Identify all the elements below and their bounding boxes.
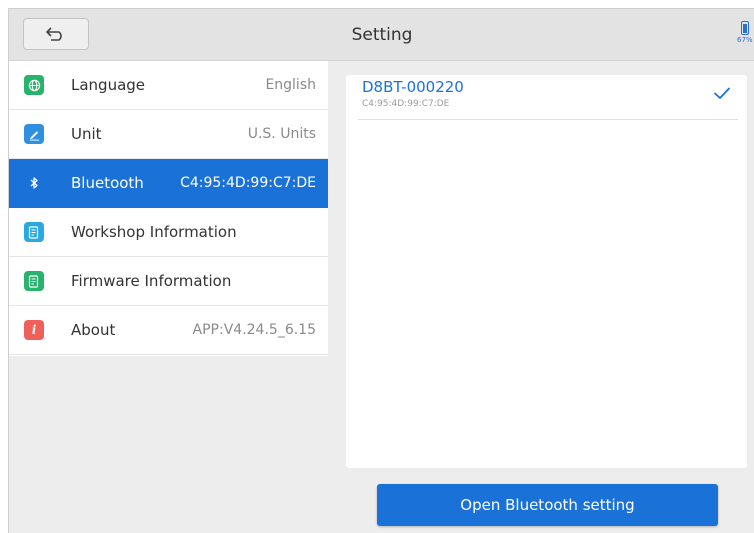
sidebar-item-value: C4:95:4D:99:C7:DE xyxy=(180,175,316,191)
device-list-item[interactable]: D8BT-000220 C4:95:4D:99:C7:DE xyxy=(358,75,738,120)
sidebar-item-label: Language xyxy=(71,76,146,94)
app-window: Setting 67% Language English Unit U.S. U… xyxy=(8,8,754,533)
sidebar-item-language[interactable]: Language English xyxy=(9,61,328,110)
sidebar-item-firmware-information[interactable]: Firmware Information xyxy=(9,257,328,306)
open-bluetooth-setting-button[interactable]: Open Bluetooth setting xyxy=(377,484,718,526)
sidebar-item-value: English xyxy=(265,77,316,93)
sidebar-item-bluetooth[interactable]: Bluetooth C4:95:4D:99:C7:DE xyxy=(9,159,328,208)
sidebar-item-label: Workshop Information xyxy=(71,223,237,241)
document-icon xyxy=(24,222,44,242)
battery-percent: 67% xyxy=(737,36,753,44)
page-title: Setting xyxy=(351,25,413,45)
device-name: D8BT-000220 xyxy=(362,78,464,96)
sidebar-item-label: Firmware Information xyxy=(71,272,232,290)
sidebar-item-value: APP:V4.24.5_6.15 xyxy=(192,322,316,338)
bluetooth-icon xyxy=(24,173,44,193)
sidebar-item-about[interactable]: i About APP:V4.24.5_6.15 xyxy=(9,306,328,355)
battery-indicator: 67% xyxy=(737,19,754,49)
sidebar-item-workshop-information[interactable]: Workshop Information xyxy=(9,208,328,257)
sidebar-item-label: About xyxy=(71,321,116,339)
device-address: C4:95:4D:99:C7:DE xyxy=(362,99,450,109)
sidebar-item-label: Bluetooth xyxy=(71,174,144,192)
settings-sidebar: Language English Unit U.S. Units Bluetoo… xyxy=(9,61,328,356)
globe-icon xyxy=(24,75,44,95)
pencil-icon xyxy=(24,124,44,144)
document-icon xyxy=(24,271,44,291)
sidebar-item-value: U.S. Units xyxy=(247,126,316,142)
sidebar-item-label: Unit xyxy=(71,125,102,143)
top-bar: Setting 67% xyxy=(9,9,754,61)
info-icon: i xyxy=(24,320,44,340)
checkmark-icon xyxy=(714,87,730,99)
battery-icon xyxy=(741,21,749,35)
sidebar-item-unit[interactable]: Unit U.S. Units xyxy=(9,110,328,159)
bluetooth-device-list: D8BT-000220 C4:95:4D:99:C7:DE xyxy=(346,75,747,468)
